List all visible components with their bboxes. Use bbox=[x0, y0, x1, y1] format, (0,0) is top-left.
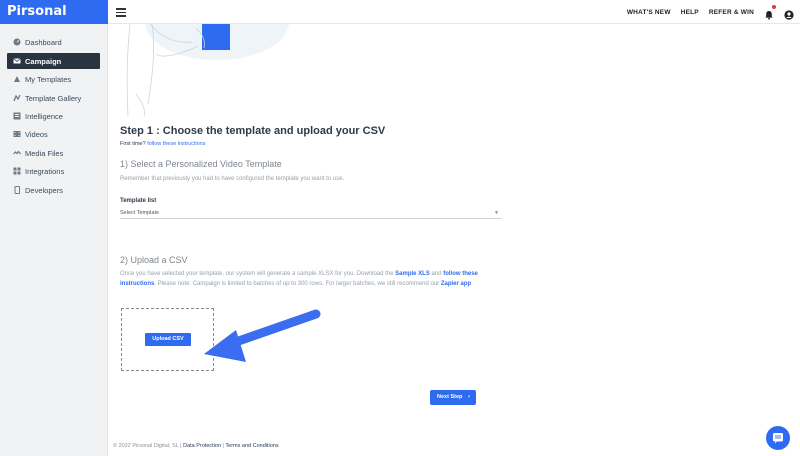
template-list-label: Template list bbox=[120, 198, 157, 204]
footer: © 2022 Pirsonal Digital, SL | Data Prote… bbox=[113, 443, 279, 449]
sidebar-item-my-templates[interactable]: My Templates bbox=[7, 71, 100, 87]
notification-dot bbox=[772, 5, 776, 9]
template-select[interactable]: Select Template ▼ bbox=[120, 207, 502, 219]
user-account-icon[interactable] bbox=[784, 7, 794, 20]
grid-icon bbox=[13, 167, 21, 175]
sidebar-item-label: Campaign bbox=[25, 56, 62, 66]
sidebar-item-intelligence[interactable]: Intelligence bbox=[7, 108, 100, 124]
copyright-text: © 2022 Pirsonal Digital, SL | bbox=[113, 443, 182, 449]
upload-csv-heading: 2) Upload a CSV bbox=[120, 255, 188, 265]
hamburger-menu-icon[interactable] bbox=[116, 6, 126, 18]
remember-note: Remember that previously you had to have… bbox=[120, 176, 345, 182]
step-title: Step 1 : Choose the template and upload … bbox=[120, 125, 386, 137]
decorative-illustration bbox=[126, 24, 289, 116]
sidebar-item-dashboard[interactable]: Dashboard bbox=[7, 34, 100, 50]
chevron-down-icon: ▼ bbox=[494, 210, 499, 216]
envelope-icon bbox=[13, 57, 21, 65]
upload-description: Once you have selected your template, ou… bbox=[120, 269, 510, 289]
first-time-help: First time? follow these instructions bbox=[120, 141, 206, 147]
upload-csv-button[interactable]: Upload CSV bbox=[145, 333, 191, 346]
sidebar-item-label: Videos bbox=[25, 129, 48, 139]
first-time-prefix: First time? bbox=[120, 141, 146, 147]
templates-icon bbox=[13, 75, 21, 83]
upload-desc-text-3: . Please note: Campaign is limited to ba… bbox=[154, 281, 440, 287]
pointer-arrow-icon bbox=[204, 309, 321, 362]
notification-bell-icon[interactable] bbox=[764, 5, 776, 20]
next-step-label: Next Step bbox=[437, 394, 463, 400]
whats-new-link[interactable]: WHAT'S NEW bbox=[627, 9, 671, 16]
brand-logo[interactable]: Pirsonal bbox=[0, 0, 108, 24]
chat-widget-button[interactable] bbox=[766, 426, 790, 450]
sidebar-item-label: Intelligence bbox=[25, 111, 63, 121]
template-select-value: Select Template bbox=[120, 210, 160, 216]
top-bar: WHAT'S NEW HELP REFER & WIN bbox=[108, 0, 800, 24]
intelligence-icon bbox=[13, 112, 21, 120]
help-link[interactable]: HELP bbox=[681, 9, 699, 16]
sidebar-item-videos[interactable]: Videos bbox=[7, 126, 100, 142]
chevron-right-icon: › bbox=[468, 394, 470, 400]
chat-icon bbox=[773, 433, 783, 444]
zapier-app-link[interactable]: Zapier app bbox=[441, 281, 471, 287]
sidebar-item-label: Media Files bbox=[25, 148, 64, 158]
sidebar-item-integrations[interactable]: Integrations bbox=[7, 163, 100, 179]
top-nav: WHAT'S NEW HELP REFER & WIN bbox=[627, 0, 794, 24]
sidebar-item-campaign[interactable]: Campaign bbox=[7, 53, 100, 69]
sidebar-item-label: Integrations bbox=[25, 166, 65, 176]
media-icon bbox=[13, 149, 21, 157]
sidebar-item-label: Developers bbox=[25, 185, 63, 195]
select-template-heading: 1) Select a Personalized Video Template bbox=[120, 159, 282, 169]
refer-and-win-link[interactable]: REFER & WIN bbox=[709, 9, 754, 16]
sample-xls-link[interactable]: Sample XLS bbox=[395, 271, 430, 277]
upload-desc-text-2: and bbox=[431, 271, 442, 277]
next-step-button[interactable]: Next Step › bbox=[430, 390, 476, 405]
sidebar: Dashboard Campaign My Templates Template… bbox=[0, 24, 108, 456]
footer-separator: | bbox=[222, 443, 224, 449]
sidebar-item-template-gallery[interactable]: Template Gallery bbox=[7, 90, 100, 106]
sidebar-item-media-files[interactable]: Media Files bbox=[7, 145, 100, 161]
terms-link[interactable]: Terms and Conditions bbox=[225, 443, 278, 449]
mobile-icon bbox=[13, 186, 21, 194]
follow-instructions-link[interactable]: follow these instructions bbox=[147, 141, 205, 147]
sidebar-item-label: My Templates bbox=[25, 74, 72, 84]
sidebar-item-label: Dashboard bbox=[25, 37, 62, 47]
gallery-icon bbox=[13, 94, 21, 102]
sidebar-item-developers[interactable]: Developers bbox=[7, 182, 100, 198]
dashboard-icon bbox=[13, 38, 21, 46]
upload-desc-text-1: Once you have selected your template, ou… bbox=[120, 271, 394, 277]
data-protection-link[interactable]: Data Protection bbox=[183, 443, 221, 449]
video-icon bbox=[13, 130, 21, 138]
sidebar-item-label: Template Gallery bbox=[25, 93, 82, 103]
